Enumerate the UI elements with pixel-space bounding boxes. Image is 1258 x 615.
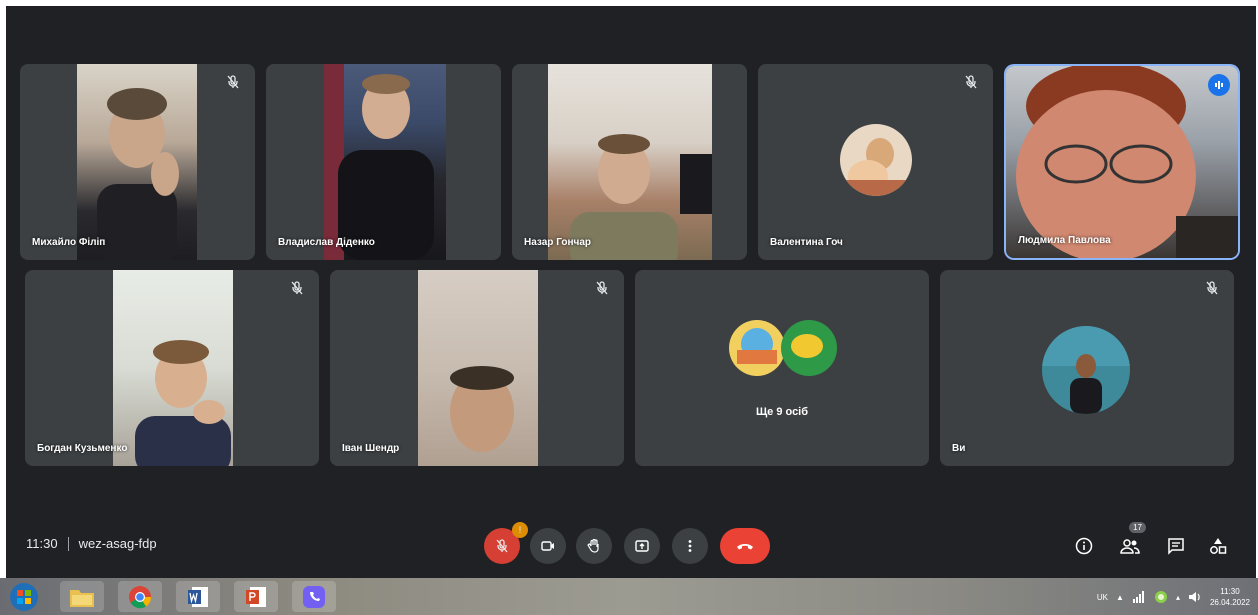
- participant-tile[interactable]: Владислав Діденко: [266, 64, 501, 260]
- participant-tile[interactable]: Назар Гончар: [512, 64, 747, 260]
- system-clock[interactable]: 11:30 26.04.2022: [1210, 586, 1250, 608]
- more-participants-label: Ще 9 осіб: [755, 406, 809, 418]
- participant-name: Назар Гончар: [524, 237, 591, 248]
- volume-icon[interactable]: [1188, 591, 1202, 603]
- mic-off-icon: [1206, 281, 1218, 295]
- participant-name: Богдан Кузьменко: [37, 443, 128, 454]
- tray-expand-icon[interactable]: ▲: [1116, 593, 1124, 602]
- camera-icon: [541, 541, 554, 551]
- folder-icon: [70, 589, 94, 607]
- tray-dot-icon: ▴: [1175, 592, 1180, 602]
- more-options-button[interactable]: [672, 528, 708, 564]
- viber-icon: [303, 585, 325, 608]
- participant-video: [324, 64, 446, 260]
- warning-badge: !: [512, 522, 528, 538]
- mic-off-icon: [291, 281, 303, 295]
- participant-name: Валентина Гоч: [770, 237, 843, 248]
- avatar: [840, 124, 912, 196]
- meeting-time: 11:30: [26, 536, 58, 551]
- system-tray: UK ▲ ▴ 11:30 26.04.2022: [1097, 584, 1250, 610]
- clock-time: 11:30: [1220, 587, 1240, 596]
- powerpoint-icon: [246, 586, 266, 607]
- participant-tile-self[interactable]: Ви: [940, 270, 1234, 466]
- taskbar: UK ▲ ▴ 11:30 26.04.2022: [0, 578, 1258, 615]
- mic-off-icon: [596, 281, 608, 295]
- participant-name: Людмила Павлова: [1018, 235, 1111, 246]
- participant-tile[interactable]: Валентина Гоч: [758, 64, 993, 260]
- taskbar-viber[interactable]: [292, 581, 336, 612]
- taskbar-powerpoint[interactable]: [234, 581, 278, 612]
- hang-up-icon: [737, 544, 753, 550]
- people-icon: [1120, 539, 1140, 554]
- taskbar-word[interactable]: [176, 581, 220, 612]
- more-participants-tile[interactable]: Ще 9 осіб: [635, 270, 929, 466]
- mic-off-icon: [496, 539, 508, 553]
- people-count-badge: 17: [1129, 522, 1146, 533]
- raise-hand-button[interactable]: [576, 528, 612, 564]
- taskbar-chrome[interactable]: [118, 581, 162, 612]
- meeting-info: 11:30 wez-asag-fdp: [26, 536, 157, 551]
- participant-name: Михайло Філіп: [32, 237, 106, 248]
- taskbar-file-explorer[interactable]: [60, 581, 104, 612]
- meet-window: Михайло Філіп Владислав Діденко Назар Го…: [6, 6, 1256, 578]
- word-icon: [188, 586, 208, 607]
- participant-video: [1006, 66, 1238, 258]
- leave-call-button[interactable]: [720, 528, 770, 564]
- language-indicator[interactable]: UK: [1097, 593, 1108, 602]
- clock-date: 26.04.2022: [1209, 598, 1250, 607]
- camera-toggle-button[interactable]: [530, 528, 566, 564]
- present-screen-button[interactable]: [624, 528, 660, 564]
- avatar: [729, 320, 785, 376]
- participant-video: [548, 64, 712, 260]
- participant-video: [418, 270, 538, 466]
- participant-tile-active[interactable]: Людмила Павлова: [1006, 66, 1238, 258]
- divider: [67, 536, 69, 551]
- speaking-indicator-icon: [1208, 74, 1230, 96]
- chat-icon: [1168, 538, 1184, 555]
- raise-hand-icon: [587, 538, 599, 553]
- participant-name: Іван Шендр: [342, 443, 400, 454]
- present-icon: [635, 540, 649, 552]
- avatar: [781, 320, 837, 376]
- show-everyone-button[interactable]: 17: [1116, 522, 1146, 560]
- participant-name: Владислав Діденко: [278, 237, 375, 248]
- mic-off-icon: [227, 75, 239, 89]
- chat-button[interactable]: [1162, 532, 1190, 560]
- meeting-details-button[interactable]: [1070, 532, 1098, 560]
- control-bar: 11:30 wez-asag-fdp ! 17: [6, 516, 1256, 576]
- windows-start-icon: [10, 582, 38, 611]
- participant-tile[interactable]: Богдан Кузьменко: [25, 270, 319, 466]
- mic-off-icon: [965, 75, 977, 89]
- participant-video: [113, 270, 233, 466]
- mic-toggle-button[interactable]: !: [484, 522, 528, 564]
- tray-app-icon[interactable]: [1154, 590, 1168, 604]
- participant-tile[interactable]: Михайло Філіп: [20, 64, 255, 260]
- meeting-code: wez-asag-fdp: [78, 536, 157, 551]
- start-button[interactable]: [4, 581, 44, 612]
- chrome-icon: [129, 585, 152, 608]
- participant-tile[interactable]: Іван Шендр: [330, 270, 624, 466]
- avatar: [1042, 326, 1130, 414]
- info-icon: [1075, 537, 1093, 555]
- participant-video: [77, 64, 197, 260]
- activities-icon: [1210, 538, 1227, 554]
- network-icon[interactable]: [1132, 591, 1146, 603]
- more-vert-icon: [688, 540, 692, 552]
- participant-name: Ви: [952, 443, 966, 454]
- activities-button[interactable]: [1204, 532, 1232, 560]
